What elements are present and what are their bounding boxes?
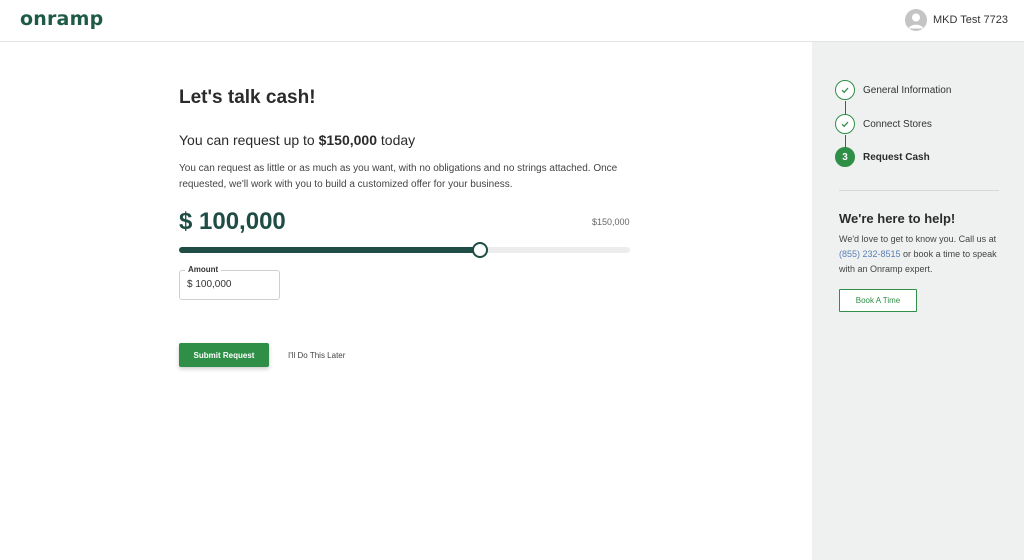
request-limit-text: You can request up to $150,000 today: [179, 132, 415, 148]
submit-request-button[interactable]: Submit Request: [179, 343, 269, 367]
slider-fill: [179, 247, 480, 253]
requested-amount-display: $ 100,000: [179, 208, 286, 235]
main-content: Let's talk cash! You can request up to $…: [0, 42, 812, 560]
step-general-information: General Information: [835, 80, 951, 100]
user-avatar-icon: [904, 9, 927, 31]
step-number-badge: 3: [835, 147, 855, 167]
amount-slider[interactable]: [179, 242, 630, 258]
step-connector: [845, 101, 846, 115]
step-connect-stores: Connect Stores: [835, 114, 932, 134]
user-menu[interactable]: MKD Test 7723: [904, 9, 1008, 31]
slider-max-label: $150,000: [592, 217, 630, 227]
help-phone-link[interactable]: (855) 232-8515: [839, 249, 901, 259]
help-text: We'd love to get to know you. Call us at…: [839, 232, 1004, 277]
sidebar-divider: [839, 190, 999, 191]
check-icon: [835, 80, 855, 100]
step-label: Connect Stores: [863, 118, 932, 130]
top-header: onramp MKD Test 7723: [0, 0, 1024, 42]
do-this-later-link[interactable]: I'll Do This Later: [288, 351, 345, 360]
user-name: MKD Test 7723: [932, 14, 1008, 26]
amount-field[interactable]: Amount: [179, 265, 280, 300]
request-description: You can request as little or as much as …: [179, 163, 618, 190]
book-a-time-button[interactable]: Book A Time: [839, 289, 917, 312]
onramp-logo[interactable]: onramp: [20, 8, 103, 30]
subtitle-suffix: today: [377, 132, 416, 148]
amount-field-label: Amount: [185, 265, 222, 274]
step-label: General Information: [863, 84, 952, 96]
subtitle-amount: $150,000: [318, 132, 377, 148]
subtitle-prefix: You can request up to: [179, 132, 319, 148]
step-label: Request Cash: [863, 151, 930, 163]
page-title: Let's talk cash!: [179, 87, 316, 108]
progress-sidebar: General Information Connect Stores 3 Req…: [812, 42, 1024, 560]
amount-input[interactable]: [187, 279, 275, 290]
check-icon: [835, 114, 855, 134]
help-text-part: We'd love to get to know you. Call us at: [839, 234, 997, 244]
slider-handle[interactable]: [472, 242, 488, 258]
step-request-cash: 3 Request Cash: [835, 147, 930, 167]
help-title: We're here to help!: [839, 211, 956, 226]
